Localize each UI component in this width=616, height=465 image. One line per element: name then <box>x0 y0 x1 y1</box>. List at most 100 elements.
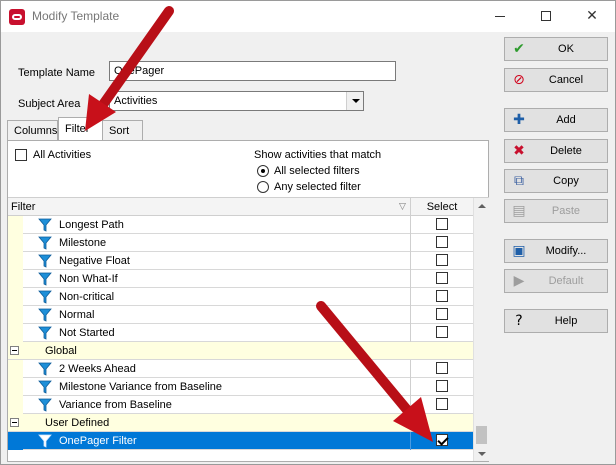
select-checkbox[interactable] <box>436 272 448 284</box>
collapse-toggle-icon[interactable] <box>10 418 19 427</box>
filter-name: Not Started <box>59 327 115 339</box>
cancel-icon: ⊘ <box>513 72 525 88</box>
scroll-up-icon[interactable] <box>474 198 489 214</box>
maximize-icon <box>541 11 551 21</box>
select-cell <box>410 360 473 378</box>
paste-button[interactable]: ▤ Paste <box>504 199 608 223</box>
vertical-scrollbar[interactable] <box>473 198 489 461</box>
filter-row-2-weeks-ahead[interactable]: 2 Weeks Ahead <box>8 360 473 378</box>
template-name-label: Template Name <box>18 67 96 79</box>
filter-funnel-icon <box>38 362 52 376</box>
select-checkbox[interactable] <box>436 236 448 248</box>
select-checkbox[interactable] <box>436 290 448 302</box>
select-checkbox[interactable] <box>436 434 448 446</box>
row-indent <box>8 252 23 270</box>
add-label: Add <box>556 114 576 126</box>
group-name: Global <box>45 345 77 357</box>
default-label: Default <box>548 275 584 287</box>
column-header-filter[interactable]: Filter <box>11 201 35 213</box>
group-name: User Defined <box>45 417 110 429</box>
filter-row-onepager-filter[interactable]: OnePager Filter <box>8 432 473 450</box>
grid-header: Filter ▽ Select <box>8 198 473 216</box>
tab-columns[interactable]: Columns <box>7 120 58 140</box>
oracle-app-icon <box>9 9 25 25</box>
row-indent <box>8 216 23 234</box>
filter-funnel-icon <box>38 326 52 340</box>
select-checkbox[interactable] <box>436 254 448 266</box>
select-checkbox[interactable] <box>436 308 448 320</box>
filter-row-milestone[interactable]: Milestone <box>8 234 473 252</box>
select-cell <box>410 252 473 270</box>
window-title: Modify Template <box>32 9 120 23</box>
row-indent <box>8 288 23 306</box>
help-button[interactable]: ? Help <box>504 309 608 333</box>
row-indent <box>8 306 23 324</box>
template-name-input[interactable]: OnePager <box>109 61 396 81</box>
all-activities-label: All Activities <box>33 149 92 161</box>
filter-funnel-icon <box>38 236 52 250</box>
filter-name: 2 Weeks Ahead <box>59 363 136 375</box>
select-checkbox[interactable] <box>436 398 448 410</box>
modify-label: Modify... <box>545 245 587 257</box>
add-button[interactable]: ✚ Add <box>504 108 608 132</box>
ok-label: OK <box>558 43 574 55</box>
scroll-down-icon[interactable] <box>474 446 489 461</box>
modify-template-dialog: Modify Template ✕ Template Name OnePager… <box>0 0 616 465</box>
filter-name: Variance from Baseline <box>59 399 172 411</box>
select-checkbox[interactable] <box>436 380 448 392</box>
column-header-select[interactable]: Select <box>411 201 473 213</box>
filter-funnel-icon <box>38 290 52 304</box>
select-cell <box>410 378 473 396</box>
filter-row-non-what-if[interactable]: Non What-If <box>8 270 473 288</box>
filter-row-variance-from-baseline[interactable]: Variance from Baseline <box>8 396 473 414</box>
row-indent <box>8 270 23 288</box>
minimize-button[interactable] <box>477 1 523 32</box>
row-indent <box>8 432 23 450</box>
group-row-global[interactable]: Global <box>8 342 473 360</box>
close-button[interactable]: ✕ <box>569 1 615 32</box>
delete-button[interactable]: ✖ Delete <box>504 139 608 163</box>
close-icon: ✕ <box>586 8 598 24</box>
copy-label: Copy <box>553 175 579 187</box>
cancel-label: Cancel <box>548 74 584 86</box>
sort-indicator-icon: ▽ <box>399 201 406 211</box>
select-checkbox[interactable] <box>436 218 448 230</box>
select-checkbox[interactable] <box>436 362 448 374</box>
filter-row-not-started[interactable]: Not Started <box>8 324 473 342</box>
radio-all-selected-filters[interactable] <box>257 165 269 177</box>
filter-name: Milestone <box>59 237 107 249</box>
filter-funnel-icon <box>38 218 52 232</box>
filter-row-non-critical[interactable]: Non-critical <box>8 288 473 306</box>
select-cell <box>410 432 473 450</box>
default-icon: ▶ <box>513 273 525 289</box>
select-cell <box>410 396 473 414</box>
tab-columns-label: Columns <box>14 125 58 137</box>
scroll-thumb[interactable] <box>476 426 487 444</box>
filter-row-normal[interactable]: Normal <box>8 306 473 324</box>
group-row-user-defined[interactable]: User Defined <box>8 414 473 432</box>
modify-button[interactable]: ▣ Modify... <box>504 239 608 263</box>
filter-row-negative-float[interactable]: Negative Float <box>8 252 473 270</box>
maximize-button[interactable] <box>523 1 569 32</box>
filter-row-milestone-variance-from-baseline[interactable]: Milestone Variance from Baseline <box>8 378 473 396</box>
tab-filter[interactable]: Filter <box>58 117 103 140</box>
filter-name: Normal <box>59 309 95 321</box>
subject-area-select[interactable]: Activities <box>109 91 364 111</box>
title-bar: Modify Template ✕ <box>1 1 615 32</box>
all-activities-checkbox[interactable] <box>15 149 27 161</box>
cancel-button[interactable]: ⊘ Cancel <box>504 68 608 92</box>
radio-any-selected-filter[interactable] <box>257 181 269 193</box>
collapse-toggle-icon[interactable] <box>10 346 19 355</box>
tab-sort[interactable]: Sort <box>102 120 143 140</box>
select-cell <box>410 270 473 288</box>
default-button[interactable]: ▶ Default <box>504 269 608 293</box>
select-cell <box>410 288 473 306</box>
ok-button[interactable]: ✔ OK <box>504 37 608 61</box>
select-cell <box>410 306 473 324</box>
subject-area-value: Activities <box>114 95 158 107</box>
filter-row-longest-path[interactable]: Longest Path <box>8 216 473 234</box>
select-checkbox[interactable] <box>436 326 448 338</box>
filter-name: OnePager Filter <box>59 435 137 447</box>
copy-button[interactable]: ⧉ Copy <box>504 169 608 193</box>
row-indent <box>8 234 23 252</box>
